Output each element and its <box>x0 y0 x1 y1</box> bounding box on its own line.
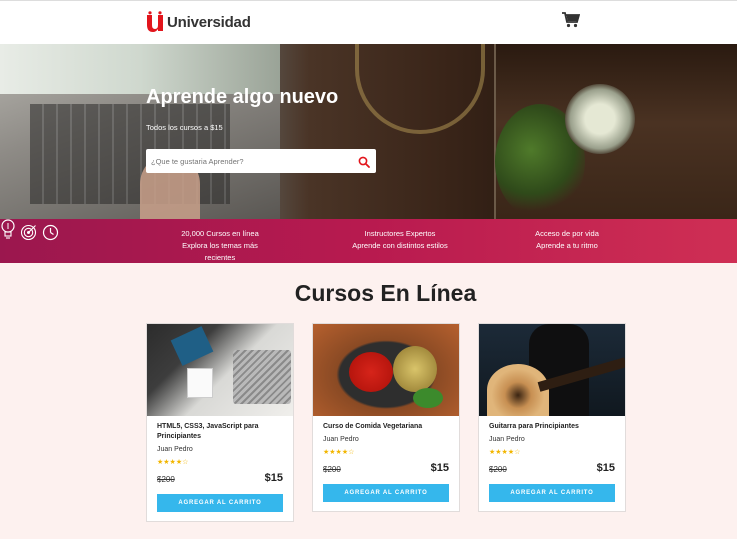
feature-access-text: Aprende a tu ritmo <box>536 241 598 250</box>
old-price: $200 <box>157 475 175 484</box>
old-price: $200 <box>323 465 341 474</box>
course-image[interactable] <box>147 324 293 416</box>
course-author: Juan Pedro <box>323 436 359 443</box>
lightbulb-icon <box>0 219 20 245</box>
hero-title: Aprende algo nuevo <box>146 86 339 108</box>
section-title: Cursos En Línea <box>294 280 477 306</box>
old-price: $200 <box>489 465 507 474</box>
brand-name: Universidad <box>167 13 251 31</box>
add-to-cart-button[interactable]: AGREGAR AL CARRITO <box>323 484 449 502</box>
course-card: HTML5, CSS3, JavaScript para Principiant… <box>146 323 294 522</box>
shopping-cart-icon[interactable] <box>562 12 581 28</box>
course-title[interactable]: Guitarra para Principiantes <box>489 422 615 432</box>
hero-candle-image <box>565 84 635 154</box>
course-price: $15 <box>596 462 615 474</box>
hero-subtitle: Todos los cursos a $15 <box>146 123 223 132</box>
feature-access: Acceso de por vida Aprende a tu ritmo <box>520 228 614 252</box>
feature-courses-text: Explora los temas más recientes <box>182 241 258 262</box>
course-card: Guitarra para Principiantes Juan Pedro ★… <box>478 323 626 512</box>
rating-stars: ★★★★☆ <box>157 459 189 466</box>
add-to-cart-button[interactable]: AGREGAR AL CARRITO <box>489 484 615 502</box>
course-author: Juan Pedro <box>157 446 193 453</box>
course-price: $15 <box>430 462 449 474</box>
clock-icon <box>42 224 59 245</box>
course-image[interactable] <box>313 324 459 416</box>
brand-logo[interactable]: Universidad <box>145 11 251 33</box>
course-title[interactable]: Curso de Comida Vegetariana <box>323 422 449 432</box>
feature-instructors-text: Aprende con distintos estilos <box>352 241 448 250</box>
course-author: Juan Pedro <box>489 436 525 443</box>
feature-instructors-title: Instructores Expertos <box>364 229 436 238</box>
course-card: Curso de Comida Vegetariana Juan Pedro ★… <box>312 323 460 512</box>
u-logo-icon <box>145 11 165 33</box>
hero-lamp-image <box>355 44 485 134</box>
target-icon <box>20 224 41 245</box>
feature-instructors: Instructores Expertos Aprende con distin… <box>345 228 455 252</box>
feature-courses: 20,000 Cursos en línea Explora los temas… <box>170 228 270 264</box>
hero-laptop-image <box>0 44 280 219</box>
course-image[interactable] <box>479 324 625 416</box>
course-price: $15 <box>264 472 283 484</box>
rating-stars: ★★★★☆ <box>323 449 355 456</box>
feature-access-title: Acceso de por vida <box>535 229 599 238</box>
search-input[interactable] <box>146 149 346 173</box>
top-navbar: Universidad <box>0 0 737 44</box>
search-bar <box>146 149 376 173</box>
course-title[interactable]: HTML5, CSS3, JavaScript para Principiant… <box>157 422 283 442</box>
hero-banner <box>0 44 737 219</box>
search-icon[interactable] <box>358 155 370 168</box>
feature-courses-title: 20,000 Cursos en línea <box>181 229 259 238</box>
add-to-cart-button[interactable]: AGREGAR AL CARRITO <box>157 494 283 512</box>
features-bar: 20,000 Cursos en línea Explora los temas… <box>0 219 737 263</box>
rating-stars: ★★★★☆ <box>489 449 521 456</box>
